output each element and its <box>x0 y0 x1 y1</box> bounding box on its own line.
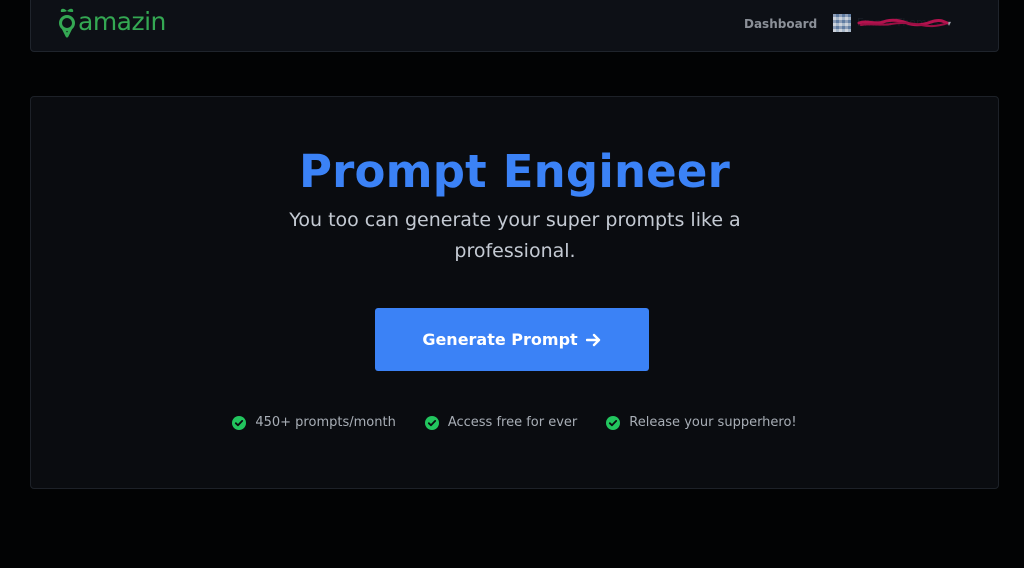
user-menu-toggle[interactable]: Emma Thomas ▾ <box>833 14 951 32</box>
leaf-drop-logo-icon <box>57 6 77 38</box>
top-navbar: amazin Dashboard Emma Thomas ▾ <box>30 0 999 52</box>
hero-card: Prompt Engineer You too can generate you… <box>30 96 999 489</box>
brand-name: amazin <box>78 7 166 36</box>
user-name-redacted: Emma Thomas <box>857 16 949 30</box>
check-circle-icon <box>424 415 439 430</box>
generate-prompt-label: Generate Prompt <box>422 330 578 349</box>
hero-subtitle: You too can generate your super prompts … <box>289 209 741 262</box>
arrow-right-icon <box>585 333 602 347</box>
nav-link-dashboard[interactable]: Dashboard <box>744 17 817 31</box>
page-title: Prompt Engineer <box>298 145 731 198</box>
feature-item: 450+ prompts/month <box>232 415 396 430</box>
feature-item: Access free for ever <box>424 415 578 430</box>
feature-label: 450+ prompts/month <box>255 415 396 430</box>
check-circle-icon <box>232 415 247 430</box>
redaction-scribble <box>857 18 949 28</box>
generate-prompt-button[interactable]: Generate Prompt <box>375 308 649 371</box>
check-circle-icon <box>606 415 621 430</box>
feature-list: 450+ prompts/month Access free for ever … <box>31 415 998 430</box>
feature-item: Release your supperhero! <box>606 415 797 430</box>
feature-label: Access free for ever <box>447 415 578 430</box>
feature-label: Release your supperhero! <box>629 415 797 430</box>
avatar <box>833 14 851 32</box>
brand-logo-link[interactable]: amazin <box>57 6 166 38</box>
